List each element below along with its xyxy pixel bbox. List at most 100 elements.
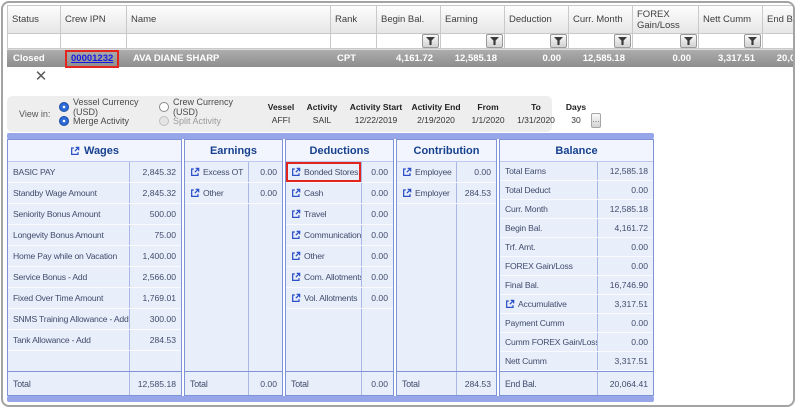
filter-cell[interactable] [633, 34, 699, 49]
filter-cell[interactable] [763, 34, 793, 49]
panel-earnings: Earnings Excess OT 0.00 Other 0.00 Total… [184, 139, 283, 396]
panel-title: Earnings [185, 140, 282, 162]
cell-status: Closed [7, 50, 61, 67]
external-link-icon[interactable] [291, 293, 301, 303]
panel-row: Bonded Stores 0.00 [286, 162, 393, 183]
external-link-icon[interactable] [190, 167, 200, 177]
panel-row: FOREX Gain/Loss 0.00 [500, 257, 653, 276]
radio-option[interactable]: Split Activity [159, 114, 259, 128]
filter-icon[interactable] [744, 34, 761, 48]
radio-option[interactable]: Crew Currency (USD) [159, 100, 259, 114]
column-header[interactable]: Deduction [505, 5, 569, 34]
panel-row: BASIC PAY 2,845.32 [8, 162, 181, 183]
external-link-icon[interactable] [402, 188, 412, 198]
grid-header-row: Status Crew IPN Name Rank Begin Bal. Ear… [7, 5, 793, 34]
external-link-icon[interactable] [291, 230, 301, 240]
radio-icon [159, 116, 169, 126]
radio-option[interactable]: Merge Activity [59, 114, 159, 128]
panel-spacer [185, 204, 282, 371]
panel-row: Seniority Bonus Amount 500.00 [8, 204, 181, 225]
red-highlight-box: 00001232 [65, 50, 119, 68]
panel-wages: Wages BASIC PAY 2,845.32 Standby Wage Am… [7, 139, 182, 396]
panel-row: Employee 0.00 [397, 162, 496, 183]
external-link-icon[interactable] [505, 299, 515, 309]
panel-spacer [397, 204, 496, 371]
cell-crew-ipn: 00001232 [61, 50, 127, 67]
panel-balance: Balance Total Earns 12,585.18 Total Dedu… [499, 139, 654, 396]
grid-filter-row [7, 34, 793, 49]
filter-cell[interactable] [569, 34, 633, 49]
activity-field: From 1/1/2020 [467, 101, 509, 127]
panel-row: Curr. Month 12,585.18 [500, 200, 653, 219]
filter-icon[interactable] [680, 34, 697, 48]
filter-cell[interactable] [377, 34, 441, 49]
panel-spacer [286, 309, 393, 371]
filter-icon[interactable] [422, 34, 439, 48]
activity-field: Activity Start 12/22/2019 [347, 101, 405, 127]
panel-title: Wages [8, 140, 181, 162]
radio-option[interactable]: Vessel Currency (USD) [59, 100, 159, 114]
external-link-icon[interactable] [291, 167, 301, 177]
panel-row: Cumm FOREX Gain/Loss 0.00 [500, 333, 653, 352]
column-header[interactable]: Earning [441, 5, 505, 34]
column-header[interactable]: Name [127, 5, 331, 34]
cell-end-bal: 20,064.41 [763, 50, 793, 67]
filter-cell[interactable] [441, 34, 505, 49]
cell-nett-cumm: 3,317.51 [699, 50, 763, 67]
filter-cell[interactable] [699, 34, 763, 49]
crew-ipn-link[interactable]: 00001232 [71, 53, 113, 64]
cell-begin-bal: 4,161.72 [377, 50, 441, 67]
panel-total-row: Total 0.00 [185, 371, 282, 395]
view-in-label: View in: [19, 109, 59, 119]
view-in-radios: Vessel Currency (USD) Crew Currency (USD… [59, 100, 259, 128]
crew-row-selected[interactable]: Closed 00001232 AVA DIANE SHARP CPT 4,16… [7, 49, 793, 67]
panel-total-row: Total 12,585.18 [8, 371, 181, 395]
panel-row: Begin Bal. 4,161.72 [500, 219, 653, 238]
cell-deduction: 0.00 [505, 50, 569, 67]
filter-icon[interactable] [614, 34, 631, 48]
panel-row: Total Earns 12,585.18 [500, 162, 653, 181]
filter-cell[interactable] [505, 34, 569, 49]
close-icon[interactable]: ✕ [31, 68, 51, 86]
panel-title: Contribution [397, 140, 496, 162]
activity-field: Days 30 [563, 101, 589, 127]
column-header[interactable]: Crew IPN [61, 5, 127, 34]
column-header[interactable]: Curr. Month [569, 5, 633, 34]
filter-icon[interactable] [550, 34, 567, 48]
filter-cell[interactable] [61, 34, 127, 49]
panel-row: Standby Wage Amount 2,845.32 [8, 183, 181, 204]
external-link-icon[interactable] [291, 251, 301, 261]
external-link-icon[interactable] [291, 209, 301, 219]
panel-total-row: Total 284.53 [397, 371, 496, 395]
scrollbar-bottom[interactable] [7, 396, 654, 402]
column-header[interactable]: Status [7, 5, 61, 34]
payroll-panels: Wages BASIC PAY 2,845.32 Standby Wage Am… [7, 133, 654, 402]
panel-row: Com. Allotments 0.00 [286, 267, 393, 288]
crew-grid: Status Crew IPN Name Rank Begin Bal. Ear… [7, 5, 793, 71]
panel-row: Total Deduct 0.00 [500, 181, 653, 200]
radio-icon [59, 102, 69, 112]
external-link-icon[interactable] [402, 167, 412, 177]
external-link-icon[interactable] [291, 272, 301, 282]
activity-field: Vessel AFFI [265, 101, 297, 127]
external-link-icon[interactable] [190, 188, 200, 198]
column-header[interactable]: End Bal. [763, 5, 793, 34]
column-header[interactable]: Rank [331, 5, 377, 34]
column-header[interactable]: FOREX Gain/Loss [633, 5, 699, 34]
filter-icon[interactable] [486, 34, 503, 48]
panel-row: Home Pay while on Vacation 1,400.00 [8, 246, 181, 267]
external-link-icon[interactable] [291, 188, 301, 198]
panel-spacer [8, 351, 181, 371]
more-button[interactable]: … [591, 113, 601, 128]
panel-row: Travel 0.00 [286, 204, 393, 225]
external-link-icon[interactable] [70, 146, 80, 156]
panel-row: Other 0.00 [286, 246, 393, 267]
panel-total-row: End Bal. 20,064.41 [500, 371, 653, 395]
column-header[interactable]: Nett Cumm [699, 5, 763, 34]
activity-field: To 1/31/2020 [513, 101, 559, 127]
filter-cell[interactable] [127, 34, 331, 49]
filter-cell[interactable] [331, 34, 377, 49]
filter-cell[interactable] [7, 34, 61, 49]
cell-rank: CPT [331, 50, 377, 67]
column-header[interactable]: Begin Bal. [377, 5, 441, 34]
